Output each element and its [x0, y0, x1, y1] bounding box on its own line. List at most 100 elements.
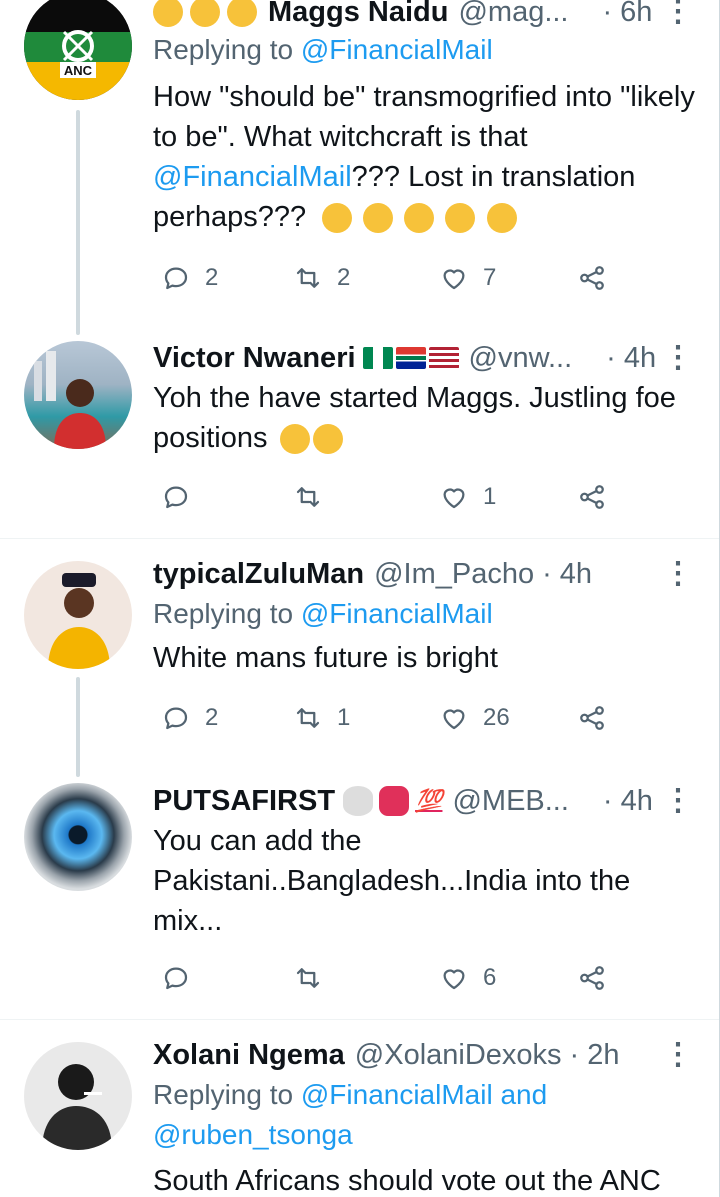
- more-options-icon[interactable]: ⋮: [663, 556, 693, 591]
- share-button[interactable]: [577, 958, 621, 998]
- retweet-button[interactable]: [293, 477, 337, 517]
- timestamp[interactable]: 4h: [560, 558, 592, 591]
- replying-label: Replying to: [153, 1079, 294, 1110]
- tweet-actions: 6: [153, 958, 623, 998]
- separator-dot: ·: [606, 341, 616, 374]
- user-handle[interactable]: @MEB...: [452, 785, 568, 818]
- tweet-typicalzuluman[interactable]: typicalZuluMan @Im_Pacho · 4h Replying t…: [0, 539, 719, 777]
- heart-icon: [443, 969, 465, 990]
- tweet-actions: 2 2 7: [153, 258, 623, 298]
- tweet-header: Maggs Naidu @mag... · 6h: [153, 0, 705, 30]
- retweet-icon: [296, 268, 320, 288]
- display-name[interactable]: Maggs Naidu: [268, 0, 448, 29]
- more-options-icon[interactable]: ⋮: [663, 340, 693, 375]
- separator-dot: ·: [602, 0, 613, 28]
- user-handle[interactable]: @vnw...: [469, 342, 573, 375]
- timestamp[interactable]: 4h: [624, 342, 656, 375]
- share-icon: [580, 706, 604, 730]
- more-options-icon[interactable]: ⋮: [663, 0, 693, 29]
- timestamp[interactable]: 4h: [621, 785, 653, 818]
- separator-dot: ·: [569, 1038, 580, 1071]
- tweet-text-part: How "should be" transmogrified into "lik…: [153, 81, 695, 153]
- tweet-maggs-naidu[interactable]: ANC Maggs Naidu @mag... · 6h Replying to…: [0, 0, 719, 335]
- tweet-header: Xolani Ngema @XolaniDexoks · 2h: [153, 1037, 705, 1073]
- mention-link[interactable]: @FinancialMail: [301, 1079, 493, 1110]
- timestamp[interactable]: 2h: [587, 1039, 619, 1072]
- tweet-text: White mans future is bright: [153, 638, 705, 678]
- tweet-header: Victor Nwaneri @vnw... · 4h: [153, 340, 705, 376]
- share-icon: [580, 485, 604, 509]
- reply-count: 2: [205, 704, 219, 731]
- replying-to: Replying to @FinancialMail and @ruben_ts…: [153, 1075, 603, 1155]
- retweet-button[interactable]: [293, 958, 337, 998]
- tweet-victor-nwaneri[interactable]: Victor Nwaneri @vnw... · 4h Yoh the have…: [0, 325, 719, 538]
- confused-face-icon: [445, 203, 476, 234]
- retweet-button[interactable]: 2: [293, 258, 350, 298]
- timestamp[interactable]: 6h: [620, 0, 652, 29]
- retweet-count: 1: [337, 704, 351, 731]
- retweet-icon: [296, 708, 320, 728]
- retweet-button[interactable]: 1: [293, 698, 350, 738]
- mention-link[interactable]: @FinancialMail: [153, 161, 352, 193]
- mention-link[interactable]: @FinancialMail: [301, 34, 493, 65]
- hundred-emoji-icon: 💯: [415, 788, 443, 813]
- tweet-text: Yoh the have started Maggs. Justling foe…: [153, 378, 705, 458]
- share-icon: [580, 966, 604, 990]
- display-name[interactable]: Victor Nwaneri: [153, 342, 356, 375]
- user-handle[interactable]: @XolaniDexoks: [355, 1039, 562, 1072]
- replying-label: Replying to: [153, 598, 294, 629]
- south-africa-flag-icon: [395, 347, 426, 369]
- like-button[interactable]: 26: [439, 698, 510, 738]
- tweet-xolani-ngema[interactable]: Xolani Ngema @XolaniDexoks · 2h Replying…: [0, 1020, 719, 1197]
- avatar[interactable]: [24, 1042, 132, 1150]
- reply-button[interactable]: [161, 477, 205, 517]
- reply-icon: [164, 707, 188, 730]
- user-handle[interactable]: @Im_Pacho: [374, 558, 534, 591]
- name-emojis: 💯: [343, 786, 442, 816]
- display-name[interactable]: PUTSAFIRST: [153, 785, 335, 818]
- retweet-icon: [296, 487, 320, 507]
- tweet-actions: 2 1 26: [153, 698, 623, 738]
- reply-icon: [164, 267, 188, 290]
- confused-face-icon: [363, 203, 394, 234]
- confused-face-icon: [404, 203, 435, 234]
- user-handle[interactable]: @mag...: [458, 0, 568, 29]
- separator-dot: ·: [542, 557, 552, 590]
- mention-link[interactable]: @FinancialMail: [301, 598, 493, 629]
- like-button[interactable]: 1: [439, 477, 496, 517]
- heart-icon: [443, 709, 465, 730]
- tweet-text-part: Yoh the have started Maggs. Justling foe…: [153, 382, 676, 454]
- display-name[interactable]: Xolani Ngema: [153, 1039, 345, 1072]
- like-button[interactable]: 6: [439, 958, 496, 998]
- heart-icon: [443, 488, 465, 509]
- tweet-text: How "should be" transmogrified into "lik…: [153, 77, 705, 237]
- eye-emoji-icon: [343, 786, 374, 816]
- rofl-emoji-icon: [312, 424, 343, 455]
- share-button[interactable]: [577, 477, 621, 517]
- avatar[interactable]: [24, 783, 132, 891]
- rofl-emoji-icon: [279, 424, 310, 455]
- mention-link[interactable]: @ruben_tsonga: [153, 1119, 353, 1150]
- display-name[interactable]: typicalZuluMan: [153, 558, 364, 591]
- reply-icon: [164, 967, 188, 990]
- dancer-emoji-icon: [379, 786, 410, 816]
- avatar[interactable]: [24, 341, 132, 449]
- replying-to: Replying to @FinancialMail: [153, 30, 705, 70]
- replying-label: Replying to: [153, 34, 294, 65]
- tweet-header: typicalZuluMan @Im_Pacho · 4h: [153, 556, 705, 592]
- avatar[interactable]: ANC: [24, 0, 132, 100]
- share-button[interactable]: [577, 258, 621, 298]
- avatar[interactable]: [24, 561, 132, 669]
- reply-button[interactable]: 2: [161, 258, 218, 298]
- reply-button[interactable]: [161, 958, 205, 998]
- like-button[interactable]: 7: [439, 258, 496, 298]
- replying-to: Replying to @FinancialMail: [153, 594, 705, 634]
- tweet-putsafirst[interactable]: PUTSAFIRST 💯 @MEB... · 4h You can add th…: [0, 767, 719, 1019]
- more-options-icon[interactable]: ⋮: [663, 1037, 693, 1072]
- more-options-icon[interactable]: ⋮: [663, 783, 693, 818]
- reply-button[interactable]: 2: [161, 698, 218, 738]
- share-button[interactable]: [577, 698, 621, 738]
- tweet-text: You can add the Pakistani..Bangladesh...…: [153, 821, 705, 941]
- thread-line: [76, 677, 80, 777]
- anc-logo-text: ANC: [64, 63, 93, 78]
